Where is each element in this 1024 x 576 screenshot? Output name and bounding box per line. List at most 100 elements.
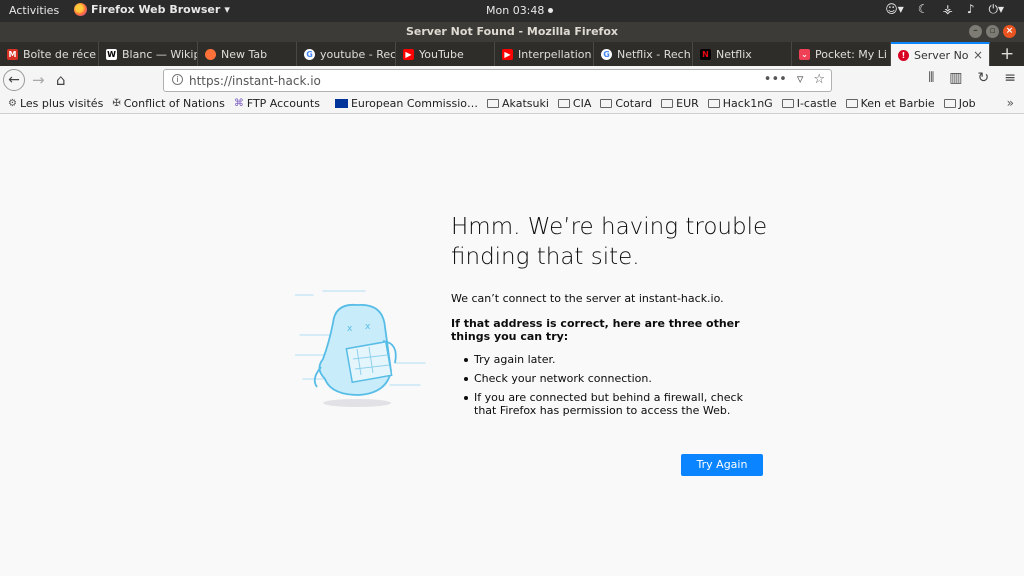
firefox-icon: [74, 3, 87, 16]
tab-google-youtube[interactable]: G youtube - Rec: [297, 42, 396, 66]
suggestions-list: Try again later. Check your network conn…: [463, 353, 763, 423]
accessibility-icon[interactable]: ☺▾: [885, 2, 904, 17]
tab-youtube[interactable]: ▶ YouTube: [396, 42, 495, 66]
netflix-icon: N: [700, 48, 711, 60]
suggestion-item: If you are connected but behind a firewa…: [463, 391, 763, 417]
navigation-toolbar: ← → ⌂ i https://instant-hack.io ••• ▿ ☆ …: [0, 66, 1024, 94]
gmail-icon: M: [7, 48, 18, 60]
menu-icon[interactable]: ≡: [1004, 70, 1016, 86]
tab-server-not-found[interactable]: ! Server Not ×: [891, 42, 990, 66]
bookmark-ftp-accounts[interactable]: ⌘ FTP Accounts: [234, 97, 320, 110]
tab-label: youtube - Rec: [320, 47, 395, 61]
home-button[interactable]: ⌂: [56, 71, 66, 89]
suggestion-item: Try again later.: [463, 353, 763, 366]
app-menu[interactable]: Firefox Web Browser ▾: [74, 3, 230, 16]
bookmark-label: Akatsuki: [502, 97, 549, 110]
tab-google-netflix[interactable]: G Netflix - Rech: [594, 42, 693, 66]
suggestions-heading: If that address is correct, here are thr…: [451, 317, 740, 343]
night-mode-icon[interactable]: ☾: [918, 2, 929, 17]
url-bar[interactable]: i https://instant-hack.io ••• ▿ ☆: [163, 69, 832, 92]
bookmark-label: European Commissio…: [350, 97, 478, 110]
error-description: We can’t connect to the server at instan…: [451, 292, 724, 305]
bookmark-folder-job[interactable]: Job: [943, 97, 976, 110]
tab-label: Interpellation: [518, 47, 592, 61]
activities-button[interactable]: Activities: [9, 4, 59, 17]
bookmark-folder-eur[interactable]: EUR: [661, 97, 699, 110]
error-page: x x Hmm. We’re having trouble finding th…: [0, 115, 1024, 576]
power-icon[interactable]: ⏻▾: [988, 2, 1004, 17]
window-controls: – ▫ ×: [969, 25, 1016, 38]
library-icon[interactable]: ⫴: [928, 70, 934, 86]
tab-gmail[interactable]: M Boîte de réce: [0, 42, 99, 66]
chevron-down-icon: ▾: [224, 3, 230, 16]
reload-icon[interactable]: ↻: [978, 70, 990, 86]
network-icon[interactable]: ⚶: [943, 2, 953, 17]
system-tray[interactable]: ☺▾ ☾ ⚶ ♪ ⏻▾: [885, 2, 1004, 17]
notification-dot-icon: [548, 8, 554, 13]
bookmark-label: CIA: [572, 97, 592, 110]
bookmark-label: Hack1nG: [722, 97, 773, 110]
google-icon: G: [601, 48, 612, 60]
tab-label: Blanc — Wikip: [122, 47, 197, 61]
bookmark-label: I-castle: [796, 97, 837, 110]
close-window-button[interactable]: ×: [1003, 25, 1016, 38]
bookmark-european-commission[interactable]: European Commissio…: [334, 97, 478, 110]
tab-label: Boîte de réce: [23, 47, 97, 61]
bookmark-folder-i-castle[interactable]: I-castle: [781, 97, 837, 110]
volume-icon[interactable]: ♪: [967, 2, 975, 17]
google-icon: G: [304, 48, 315, 60]
bookmark-label: Job: [958, 97, 976, 110]
maximize-button[interactable]: ▫: [986, 25, 999, 38]
pocket-save-icon[interactable]: ▿: [797, 72, 804, 87]
info-icon[interactable]: i: [172, 74, 183, 85]
url-text[interactable]: https://instant-hack.io: [189, 74, 321, 88]
error-title: Hmm. We’re having trouble finding that s…: [451, 214, 768, 270]
close-tab-icon[interactable]: ×: [973, 48, 983, 62]
sidebar-icon[interactable]: ▥: [949, 70, 962, 86]
app-menu-label: Firefox Web Browser: [91, 3, 221, 16]
bookmark-folder-ken-et-barbie[interactable]: Ken et Barbie: [845, 97, 935, 110]
tab-label: Netflix: [716, 47, 752, 61]
page-actions-icon[interactable]: •••: [764, 72, 787, 87]
bookmark-most-visited[interactable]: ⚙ Les plus visités: [8, 97, 103, 110]
try-again-button[interactable]: Try Again: [681, 454, 763, 476]
bookmark-folder-hacking[interactable]: Hack1nG: [707, 97, 773, 110]
back-button[interactable]: ←: [3, 69, 25, 91]
firefox-icon: [205, 48, 216, 60]
clock-label: Mon 03:48: [486, 4, 545, 17]
confused-monster-illustration: x x: [295, 290, 426, 407]
youtube-icon: ▶: [403, 48, 414, 60]
tab-label: Pocket: My Li: [815, 47, 887, 61]
tab-strip: M Boîte de réce W Blanc — Wikip New Tab …: [0, 42, 1024, 66]
clock[interactable]: Mon 03:48: [486, 4, 554, 17]
bookmark-label: Cotard: [615, 97, 653, 110]
tab-new-tab[interactable]: New Tab: [198, 42, 297, 66]
pocket-icon: ⌄: [799, 48, 810, 60]
tab-interpellation[interactable]: ▶ Interpellation: [495, 42, 594, 66]
youtube-icon: ▶: [502, 48, 513, 60]
tab-label: YouTube: [419, 47, 464, 61]
bookmark-label: FTP Accounts: [246, 97, 320, 110]
suggestion-item: Check your network connection.: [463, 372, 763, 385]
svg-text:x: x: [365, 322, 371, 332]
bookmark-folder-cotard[interactable]: Cotard: [600, 97, 652, 110]
folder-icon: [943, 99, 956, 108]
folder-icon: [781, 99, 794, 108]
tab-label: New Tab: [221, 47, 268, 61]
bookmark-star-icon[interactable]: ☆: [813, 72, 825, 87]
new-tab-button[interactable]: +: [1000, 42, 1014, 66]
url-actions: ••• ▿ ☆: [764, 72, 825, 87]
bookmark-conflict-of-nations[interactable]: ✠ Conflict of Nations: [112, 97, 225, 110]
tab-wikipedia[interactable]: W Blanc — Wikip: [99, 42, 198, 66]
tab-netflix[interactable]: N Netflix: [693, 42, 792, 66]
minimize-button[interactable]: –: [969, 25, 982, 38]
tab-pocket[interactable]: ⌄ Pocket: My Li: [792, 42, 891, 66]
bookmarks-overflow-icon[interactable]: »: [1007, 96, 1014, 110]
folder-icon: [661, 99, 674, 108]
svg-text:x: x: [347, 324, 353, 334]
bookmark-label: EUR: [676, 97, 699, 110]
bookmark-label: Conflict of Nations: [123, 97, 225, 110]
bookmark-folder-cia[interactable]: CIA: [557, 97, 592, 110]
forward-button[interactable]: →: [32, 71, 45, 89]
bookmark-folder-akatsuki[interactable]: Akatsuki: [487, 97, 549, 110]
